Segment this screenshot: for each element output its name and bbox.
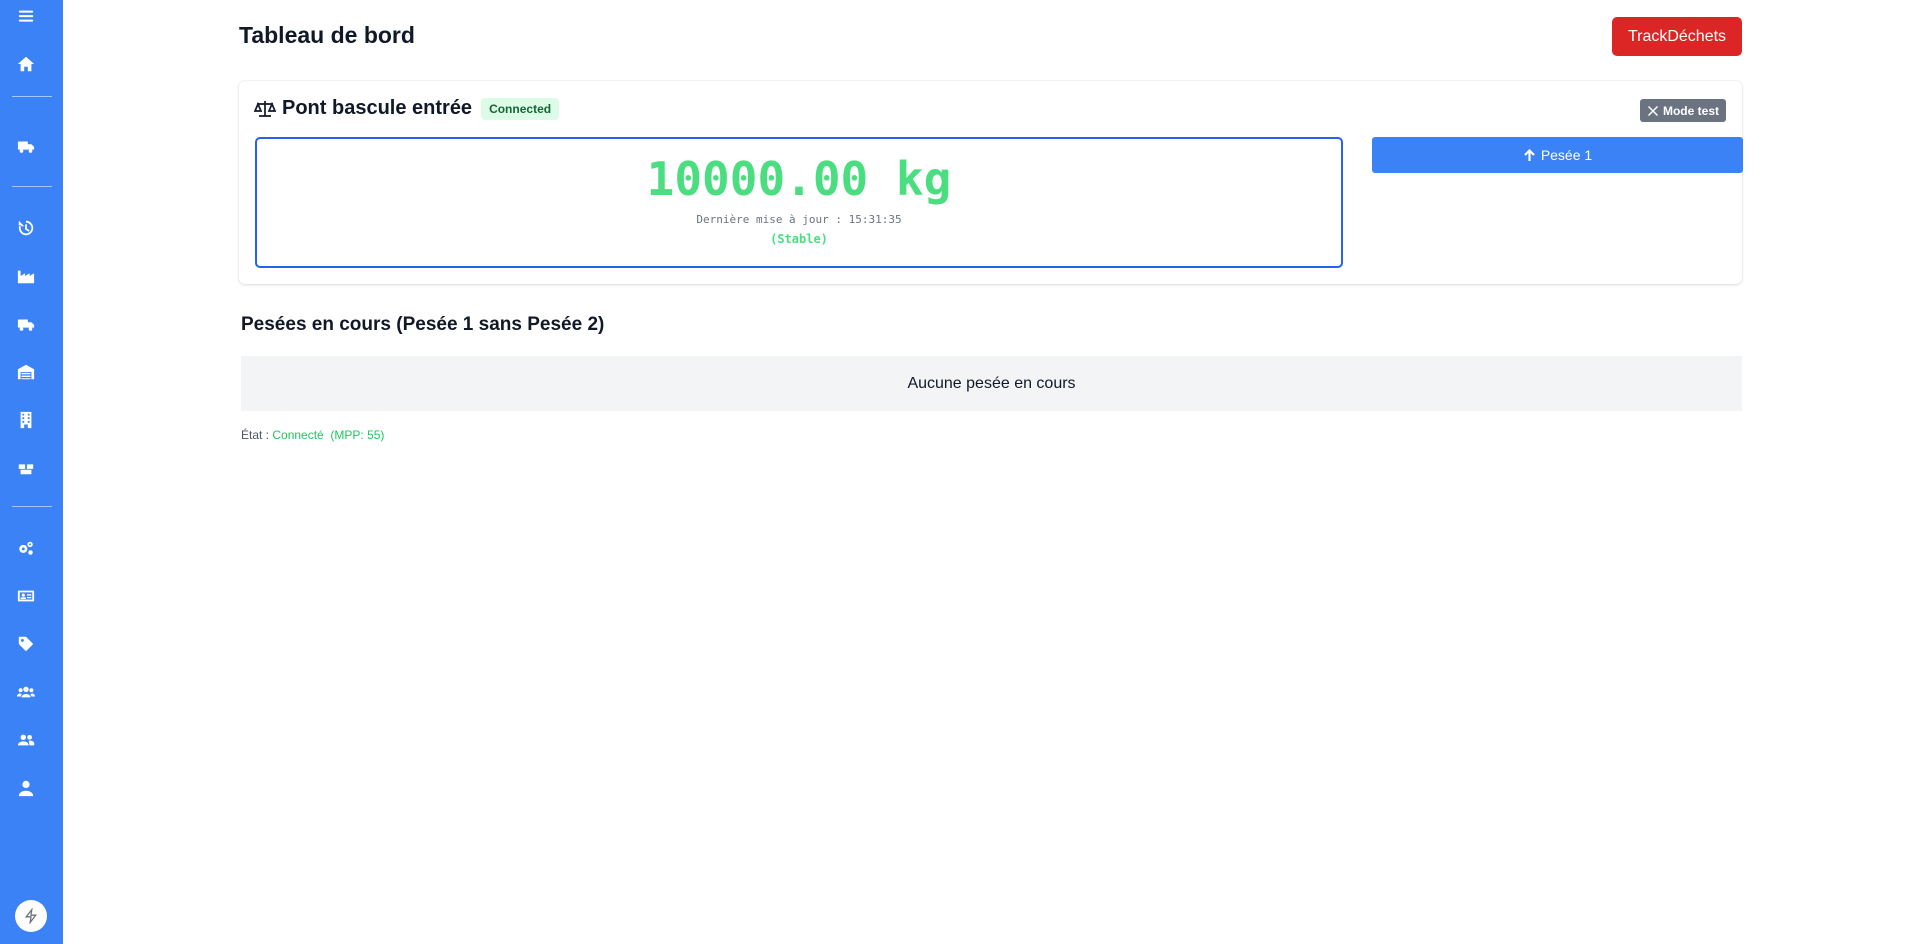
tools-icon <box>1647 105 1658 116</box>
pending-weighings-title: Pesées en cours (Pesée 1 sans Pesée 2) <box>241 314 605 335</box>
mode-test-button[interactable]: Mode test <box>1639 99 1726 122</box>
last-update-text: Dernière mise à jour : 15:31:35 <box>696 213 902 226</box>
warehouse-icon[interactable] <box>16 362 36 382</box>
status-mpp: (MPP: 55) <box>330 428 385 442</box>
scale-title: Pont bascule entrée <box>282 97 473 119</box>
menu-icon[interactable] <box>16 6 36 26</box>
user-group-icon[interactable] <box>16 730 36 750</box>
weight-display: 10000.00 kg Dernière mise à jour : 15:31… <box>255 137 1343 268</box>
connection-badge: Connected <box>481 97 560 120</box>
trackdechets-button[interactable]: TrackDéchets <box>1612 17 1742 56</box>
building-icon[interactable] <box>16 410 36 430</box>
sidebar-separator <box>12 96 52 97</box>
tag-icon[interactable] <box>16 634 36 654</box>
truck-icon[interactable] <box>16 314 36 334</box>
sidebar <box>0 0 63 944</box>
gears-icon[interactable] <box>16 538 36 558</box>
boxes-icon[interactable] <box>16 458 36 478</box>
scale-card: Pont bascule entrée Connected Mode test … <box>239 81 1743 284</box>
home-icon[interactable] <box>16 54 36 74</box>
empty-message: Aucune pesée en cours <box>907 374 1076 392</box>
pesee-1-label: Pesée 1 <box>1540 147 1593 163</box>
page-title: Tableau de bord <box>239 22 415 48</box>
user-icon[interactable] <box>16 778 36 798</box>
arrow-up-icon <box>1524 148 1535 161</box>
truck-delivery-icon[interactable] <box>16 136 36 156</box>
sidebar-separator <box>12 506 52 507</box>
pending-empty-state: Aucune pesée en cours <box>241 356 1742 411</box>
history-icon[interactable] <box>16 218 36 238</box>
status-label: État : <box>241 428 270 442</box>
weight-value: 10000.00 kg <box>646 152 952 206</box>
industry-icon[interactable] <box>16 266 36 286</box>
id-card-icon[interactable] <box>16 586 36 606</box>
status-line: État : Connecté (MPP: 55) <box>241 428 384 442</box>
scale-balance-icon <box>253 99 277 119</box>
pesee-1-button[interactable]: Pesée 1 <box>1372 137 1743 173</box>
scale-card-header: Pont bascule entrée Connected <box>253 97 560 120</box>
users-icon[interactable] <box>16 682 36 702</box>
sidebar-separator <box>12 186 52 187</box>
bolt-icon[interactable] <box>15 900 47 932</box>
weight-status: (Stable) <box>770 232 828 246</box>
mode-test-label: Mode test <box>1662 103 1719 118</box>
status-state: Connecté <box>272 428 324 442</box>
